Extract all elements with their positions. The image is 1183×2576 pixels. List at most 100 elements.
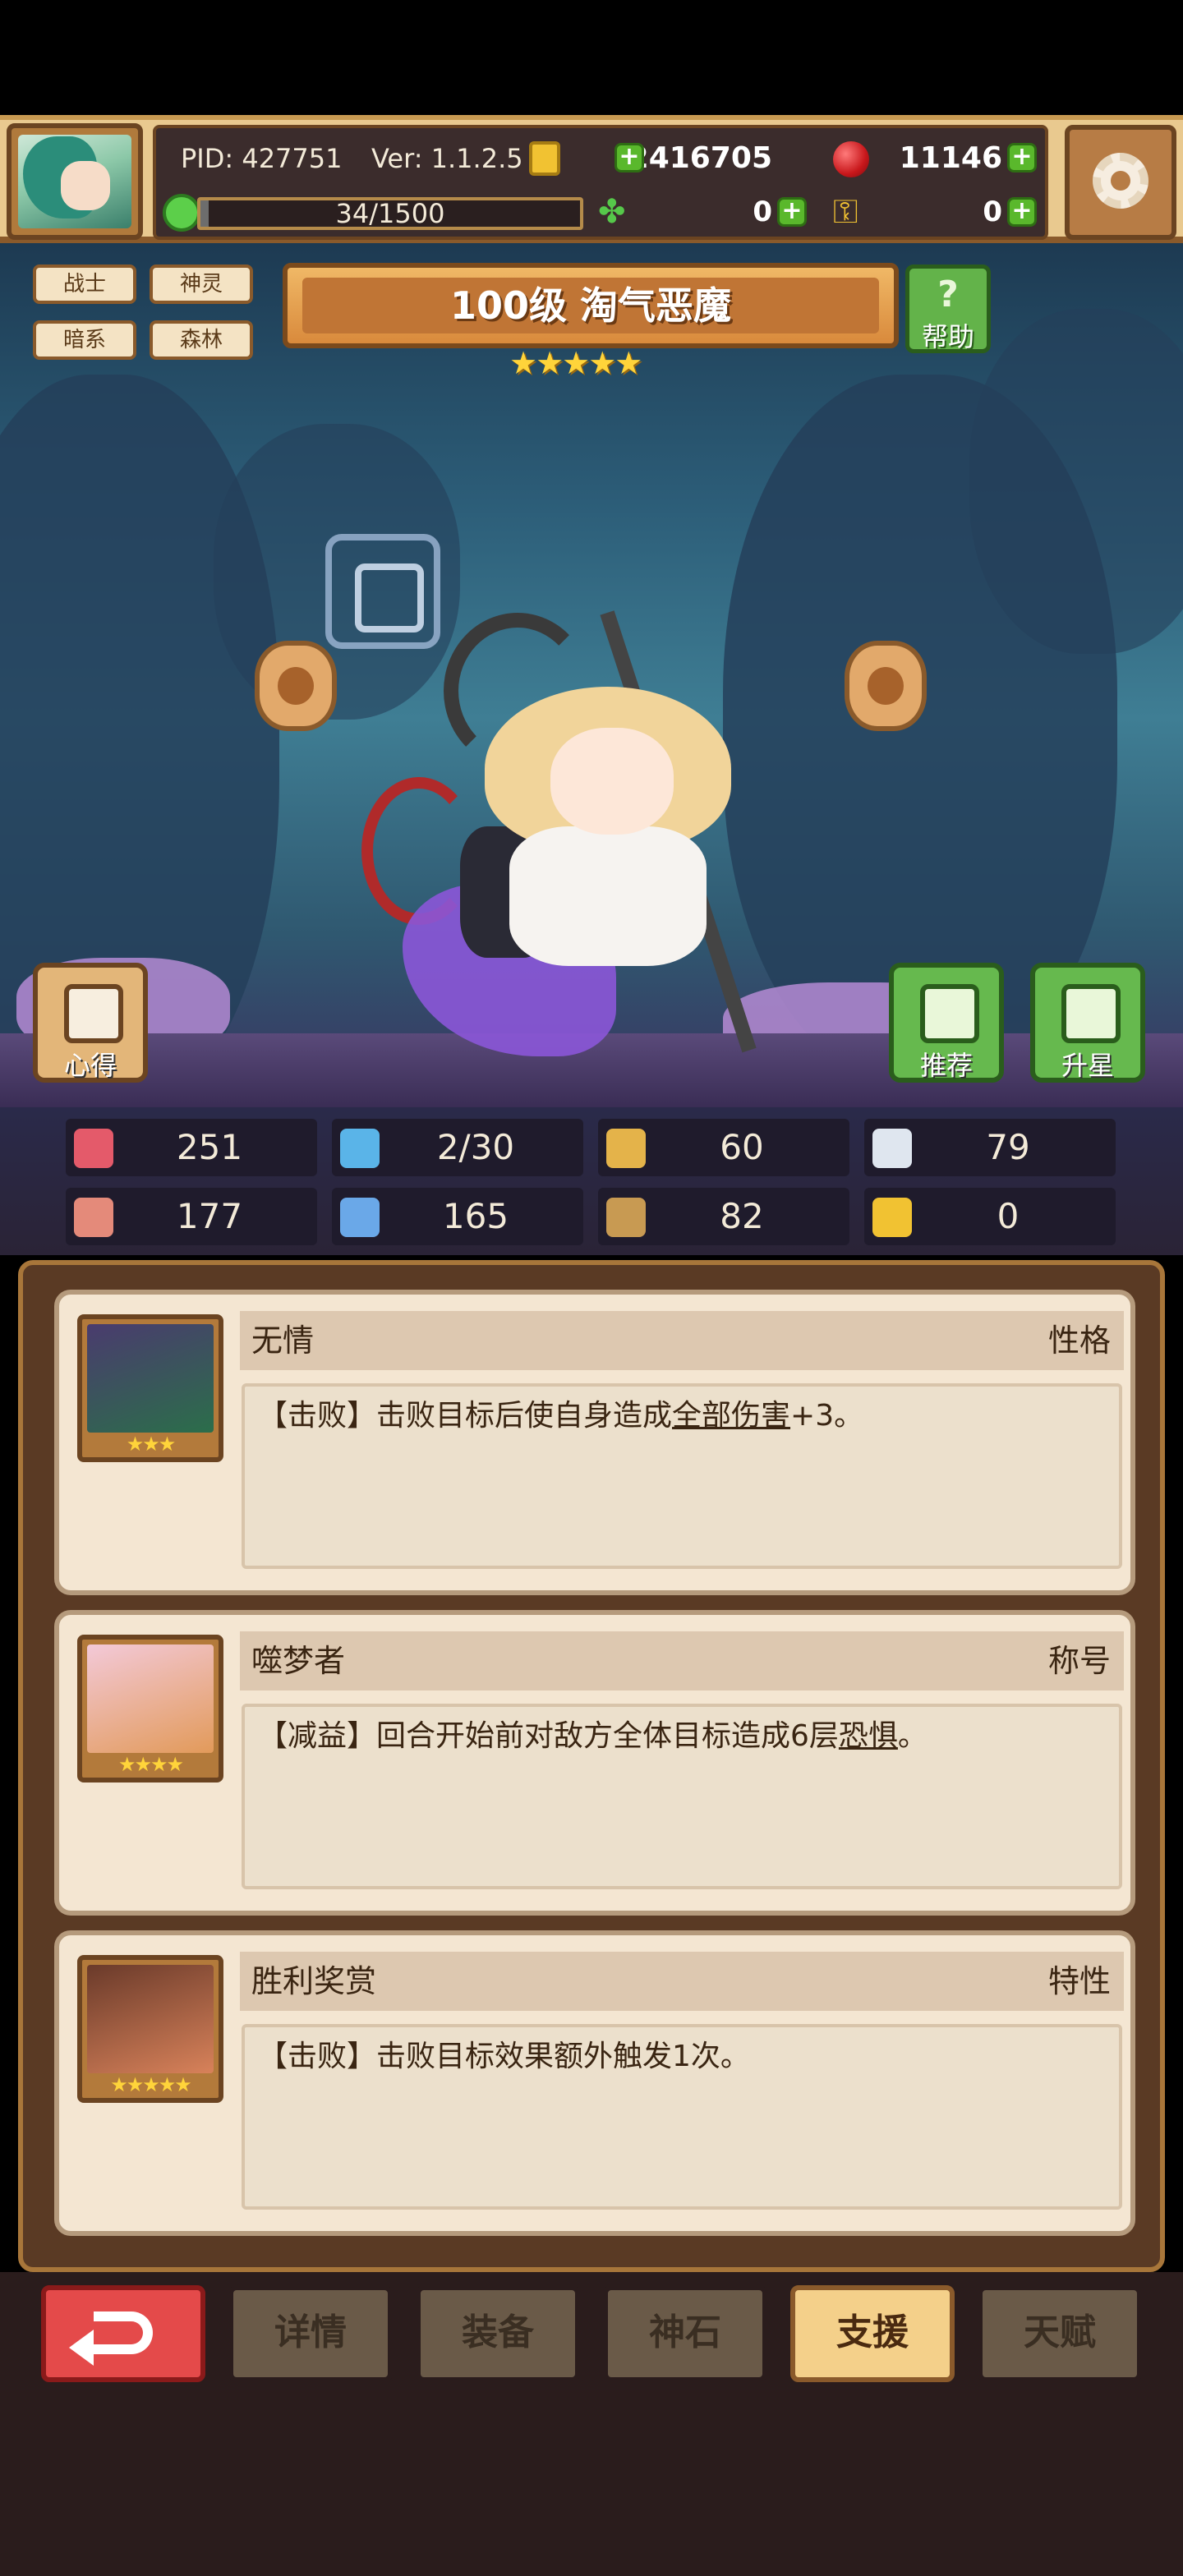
support-panel: ★★★ 无情 性格 【击败】击败目标后使自身造成全部伤害+3。 ★★★★ 噬梦者…: [18, 1260, 1165, 2272]
next-hero-button[interactable]: [845, 641, 927, 731]
support-type: 性格: [1047, 1322, 1111, 1359]
hero-title: 100级 淘气恶魔: [449, 283, 732, 328]
support-portrait: ★★★★★: [77, 1955, 223, 2103]
top-header: PID: 427751 Ver: 1.1.2.5 2416705 + 11146…: [0, 115, 1183, 243]
game-version: Ver: 1.1.2.5: [371, 143, 523, 174]
clover-icon: ✤: [598, 193, 626, 231]
notes-icon: [64, 984, 123, 1043]
add-clover-button[interactable]: +: [777, 197, 807, 227]
stat-defense: 60: [598, 1119, 849, 1176]
desc-keyword-link[interactable]: 恐惧: [839, 1719, 898, 1753]
portrait-image: [87, 1644, 214, 1753]
support-name: 无情: [251, 1322, 315, 1359]
tab-details-label: 详情: [274, 2312, 347, 2353]
title-inner: 100级 淘气恶魔: [302, 278, 879, 334]
support-name: 噬梦者: [251, 1643, 346, 1679]
support-portrait: ★★★★: [77, 1635, 223, 1782]
portrait-image: [87, 1324, 214, 1433]
hero-stats: 251 2/30 60 79 177 165 82 0: [0, 1107, 1183, 1255]
support-card-body: 【击败】击败目标效果额外触发1次。: [242, 2024, 1122, 2210]
tab-equipment[interactable]: 装备: [416, 2285, 580, 2382]
portrait-stars: ★★★★★: [110, 2073, 192, 2096]
support-description: 【减益】回合开始前对敌方全体目标造成6层恐惧。: [258, 1718, 1106, 1755]
boot-icon: [606, 1198, 646, 1237]
player-avatar[interactable]: [7, 123, 143, 240]
tab-support-label: 支援: [836, 2312, 909, 2353]
add-gem-button[interactable]: +: [1007, 143, 1037, 172]
add-gold-button[interactable]: +: [615, 143, 644, 172]
support-type: 称号: [1047, 1643, 1111, 1679]
support-card[interactable]: ★★★★ 噬梦者 称号 【减益】回合开始前对敌方全体目标造成6层恐惧。: [54, 1610, 1135, 1916]
back-button[interactable]: [41, 2285, 205, 2382]
tag-warrior: 战士: [33, 264, 136, 304]
support-card[interactable]: ★★★★★ 胜利奖赏 特性 【击败】击败目标效果额外触发1次。: [54, 1930, 1135, 2236]
stat-magic: 165: [332, 1188, 583, 1245]
stat-mana: 2/30: [332, 1119, 583, 1176]
bottom-nav: 详情 装备 神石 支援 天赋: [0, 2272, 1183, 2576]
support-card-body: 【击败】击败目标后使自身造成全部伤害+3。: [242, 1383, 1122, 1569]
support-card-header: 噬梦者 称号: [240, 1631, 1124, 1690]
support-card-body: 【减益】回合开始前对敌方全体目标造成6层恐惧。: [242, 1704, 1122, 1889]
star-icon: [1061, 984, 1121, 1043]
tab-talent[interactable]: 天赋: [978, 2285, 1142, 2382]
player-id: PID: 427751: [181, 143, 343, 174]
desc-text-end: 。: [897, 1719, 928, 1753]
support-description: 【击败】击败目标后使自身造成全部伤害+3。: [258, 1398, 1106, 1434]
support-description: 【击败】击败目标效果额外触发1次。: [258, 2039, 1106, 2075]
stat-luck-value: 0: [997, 1196, 1020, 1236]
help-label: 帮助: [921, 321, 974, 352]
stat-hp: 251: [66, 1119, 317, 1176]
stat-attack-value: 177: [176, 1196, 243, 1236]
hero-face: [550, 728, 674, 835]
gear-icon: [1093, 153, 1148, 209]
key-amount: 0: [983, 196, 1002, 228]
support-card[interactable]: ★★★ 无情 性格 【击败】击败目标后使自身造成全部伤害+3。: [54, 1290, 1135, 1595]
help-button[interactable]: ? 帮助: [905, 264, 991, 353]
gold-coin-icon: [529, 141, 560, 176]
water-drop-icon: [340, 1129, 380, 1168]
star-up-label: 升星: [1061, 1050, 1114, 1081]
avatar-face: [61, 161, 110, 210]
stat-armor-value: 82: [720, 1196, 764, 1236]
hero-title-banner: 100级 淘气恶魔: [283, 263, 899, 348]
support-name: 胜利奖赏: [251, 1963, 377, 1999]
tree-far-right: [969, 309, 1183, 654]
question-icon: ?: [937, 274, 959, 315]
settings-button[interactable]: [1065, 125, 1176, 240]
stat-mana-value: 2/30: [436, 1127, 515, 1167]
hero-sprite: [361, 610, 789, 1073]
back-arrow-icon: [69, 2312, 153, 2366]
stamina-bar: 34/1500: [197, 197, 583, 230]
gem-amount: 11146: [899, 141, 1002, 175]
key-icon: ⚿: [833, 193, 858, 231]
stat-luck: 0: [864, 1188, 1116, 1245]
tab-details[interactable]: 详情: [228, 2285, 393, 2382]
red-gem-icon: [833, 141, 869, 177]
tab-godstone[interactable]: 神石: [603, 2285, 767, 2382]
desc-keyword-link[interactable]: 全部伤害: [672, 1399, 790, 1433]
tab-support[interactable]: 支援: [790, 2285, 955, 2382]
hero-body: [509, 826, 707, 966]
prev-hero-button[interactable]: [255, 641, 337, 731]
stamina-text: 34/1500: [335, 198, 445, 229]
notes-button[interactable]: 心得: [33, 963, 148, 1083]
hero-scene: 战士 神灵 暗系 森林 100级 淘气恶魔 ★★★★★ ? 帮助 心得 推荐 升…: [0, 243, 1183, 1107]
desc-text: 【击败】击败目标后使自身造成: [258, 1399, 673, 1433]
system-status-bar: [0, 0, 1183, 115]
portrait-stars: ★★★★: [117, 1753, 184, 1776]
tab-equipment-label: 装备: [462, 2312, 534, 2353]
stat-speed-value: 79: [986, 1127, 1030, 1167]
stat-hp-value: 251: [176, 1127, 243, 1167]
recommend-button[interactable]: 推荐: [889, 963, 1004, 1083]
tab-godstone-label: 神石: [649, 2312, 721, 2353]
notes-label: 心得: [63, 1050, 117, 1081]
add-key-button[interactable]: +: [1007, 197, 1037, 227]
stat-defense-value: 60: [720, 1127, 764, 1167]
thumbs-up-icon: [920, 984, 979, 1043]
tag-dark: 暗系: [33, 320, 136, 360]
stat-attack: 177: [66, 1188, 317, 1245]
hero-star-rating: ★★★★★: [509, 345, 642, 381]
clover-amount: 0: [753, 196, 772, 228]
star-up-button[interactable]: 升星: [1030, 963, 1145, 1083]
stat-magic-value: 165: [442, 1196, 509, 1236]
